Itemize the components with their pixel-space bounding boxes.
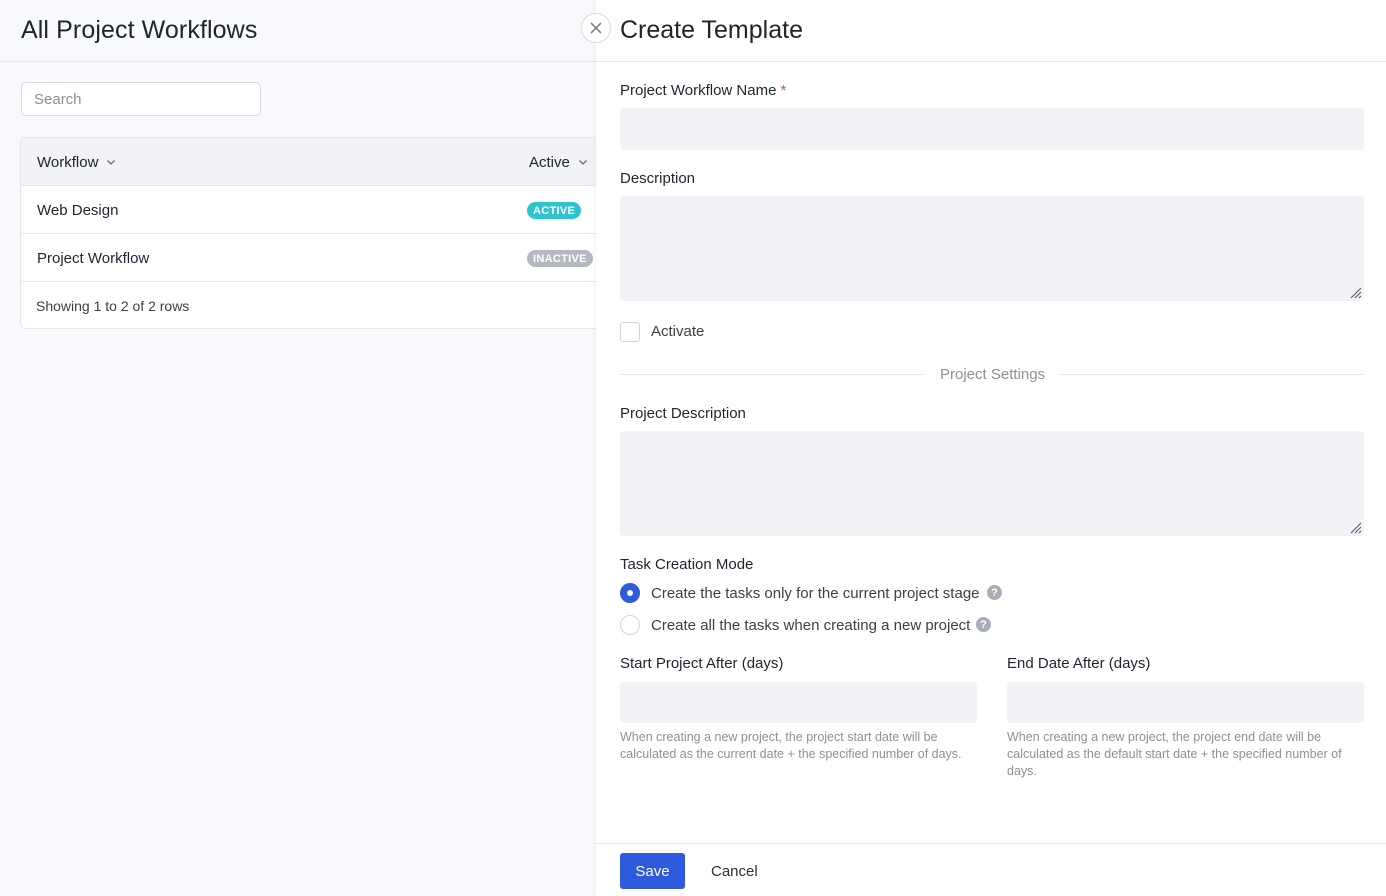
start-after-hint: When creating a new project, the project… xyxy=(620,730,962,761)
table-header: Workflow Active xyxy=(21,138,619,186)
help-icon[interactable]: ? xyxy=(987,585,1002,600)
activate-label[interactable]: Activate xyxy=(651,323,704,340)
chevron-down-icon xyxy=(107,160,116,165)
start-after-label: Start Project After (days) xyxy=(620,655,784,672)
divider-line-right xyxy=(1060,374,1364,375)
workflow-name[interactable]: Web Design xyxy=(37,186,118,234)
close-icon xyxy=(590,22,602,34)
column-label: Active xyxy=(529,153,570,171)
resize-handle-icon[interactable] xyxy=(1348,520,1362,534)
divider-line-left xyxy=(620,374,923,375)
workflow-name-input[interactable] xyxy=(620,108,1364,150)
column-label: Workflow xyxy=(37,153,99,171)
description-textarea[interactable] xyxy=(620,196,1364,301)
radio-all-tasks[interactable] xyxy=(620,615,640,635)
pagination-summary: Showing 1 to 2 of 2 rows xyxy=(36,298,190,314)
project-description-textarea[interactable] xyxy=(620,431,1364,536)
start-after-input[interactable] xyxy=(620,682,977,723)
column-header-workflow[interactable]: Workflow xyxy=(37,138,116,186)
drawer-title: Create Template xyxy=(620,16,803,44)
required-mark: * xyxy=(780,82,787,99)
workflow-name-label: Project Workflow Name * xyxy=(620,82,786,99)
section-divider-label: Project Settings xyxy=(940,366,1046,383)
radio-current-stage[interactable] xyxy=(620,583,640,603)
workflow-list-page: All Project Workflows Workflow Active We… xyxy=(0,0,620,896)
workflow-name[interactable]: Project Workflow xyxy=(37,234,149,282)
end-after-hint: When creating a new project, the project… xyxy=(1007,730,1342,778)
radio-current-stage-label[interactable]: Create the tasks only for the current pr… xyxy=(651,585,980,602)
drawer-header: Create Template xyxy=(596,0,1386,62)
search-input[interactable] xyxy=(21,82,261,116)
radio-all-tasks-label[interactable]: Create all the tasks when creating a new… xyxy=(651,617,970,634)
help-icon[interactable]: ? xyxy=(976,617,991,632)
description-label: Description xyxy=(620,170,696,187)
resize-handle-icon[interactable] xyxy=(1348,285,1362,299)
create-template-drawer: Create Template Project Workflow Name * D… xyxy=(596,0,1386,896)
activate-checkbox[interactable] xyxy=(620,322,640,342)
save-button[interactable]: Save xyxy=(620,853,685,889)
column-header-active[interactable]: Active xyxy=(529,138,588,186)
page-title: All Project Workflows xyxy=(21,16,258,44)
close-drawer-button[interactable] xyxy=(581,13,611,43)
status-badge: ACTIVE xyxy=(527,202,582,219)
end-after-label: End Date After (days) xyxy=(1007,655,1151,672)
table-row[interactable]: Project Workflow INACTIVE xyxy=(21,234,619,282)
workflow-table: Workflow Active Web Design ACTIVE Projec… xyxy=(20,137,620,329)
label-text: Project Workflow Name xyxy=(620,82,777,99)
end-after-input[interactable] xyxy=(1007,682,1364,723)
task-mode-label: Task Creation Mode xyxy=(620,556,754,573)
chevron-down-icon xyxy=(578,160,587,165)
project-description-label: Project Description xyxy=(620,405,746,422)
list-header: All Project Workflows xyxy=(0,0,596,62)
cancel-button[interactable]: Cancel xyxy=(696,853,773,889)
drawer-actions: Save Cancel xyxy=(596,843,1386,896)
status-badge: INACTIVE xyxy=(527,250,593,267)
table-row[interactable]: Web Design ACTIVE xyxy=(21,186,619,234)
